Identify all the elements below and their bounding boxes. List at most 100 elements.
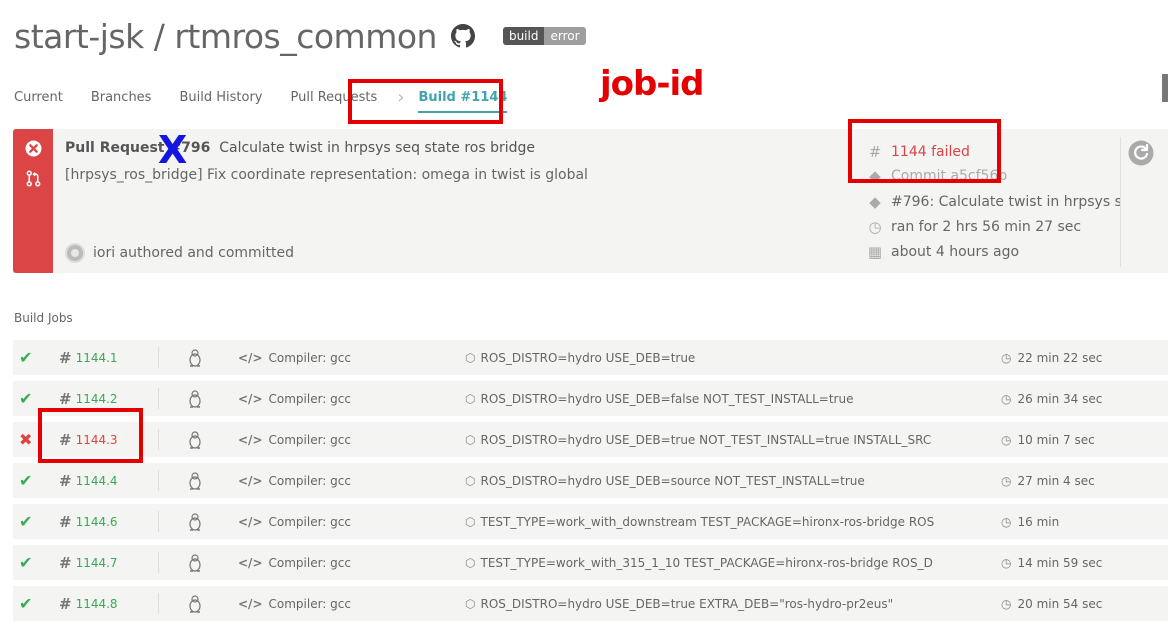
job-duration-text: 26 min 34 sec bbox=[1017, 391, 1103, 406]
compare-text[interactable]: #796: Calculate twist in hrpsys seq bbox=[891, 194, 1120, 210]
row-divider bbox=[158, 511, 159, 532]
job-env: ⬡ ROS_DISTRO=hydro USE_DEB=false NOT_TEST… bbox=[465, 381, 935, 416]
annotation-job-id-label: job-id bbox=[600, 64, 704, 104]
annotation-x-mark: X bbox=[158, 128, 188, 172]
job-number-text[interactable]: 1144.1 bbox=[76, 351, 118, 365]
hash-icon: # bbox=[59, 512, 72, 531]
linux-icon bbox=[188, 381, 206, 416]
linux-icon bbox=[188, 422, 206, 457]
job-row[interactable]: ✔ #1144.7 </> Compiler: gcc ⬡ TEST_TYPE=work_… bbox=[13, 545, 1168, 580]
job-row[interactable]: ✖ #1144.3 </> Compiler: gcc ⬡ ROS_DISTRO=hydr… bbox=[13, 422, 1168, 457]
row-divider bbox=[158, 347, 159, 368]
code-icon: </> bbox=[238, 514, 263, 529]
check-icon: ✔ bbox=[19, 348, 33, 367]
commit-message: [hrpsys_ros_bridge] Fix coordinate repre… bbox=[65, 167, 588, 183]
job-number-text[interactable]: 1144.6 bbox=[76, 515, 118, 529]
failed-circle-icon bbox=[25, 140, 42, 157]
job-row[interactable]: ✔ #1144.4 </> Compiler: gcc ⬡ ROS_DISTRO=hydr… bbox=[13, 463, 1168, 498]
job-language-text: Compiler: gcc bbox=[268, 391, 351, 406]
linux-icon bbox=[188, 586, 206, 621]
linux-icon bbox=[188, 463, 206, 498]
restart-build-icon[interactable] bbox=[1128, 140, 1154, 166]
job-env-text: ROS_DISTRO=hydro USE_DEB=false NOT_TEST_… bbox=[480, 391, 854, 406]
job-language-text: Compiler: gcc bbox=[268, 432, 351, 447]
job-env-text: TEST_TYPE=work_with_downstream TEST_PACK… bbox=[480, 514, 935, 529]
tab-branches[interactable]: Branches bbox=[91, 90, 152, 105]
linux-icon bbox=[188, 545, 206, 580]
job-number[interactable]: #1144.4 bbox=[59, 463, 118, 498]
package-icon: ⬡ bbox=[465, 596, 476, 611]
tab-build-history[interactable]: Build History bbox=[179, 90, 262, 105]
check-icon: ✔ bbox=[19, 512, 33, 531]
duration-text: ran for 2 hrs 56 min 27 sec bbox=[891, 219, 1082, 235]
job-language: </> Compiler: gcc bbox=[238, 340, 351, 375]
hash-icon: # bbox=[59, 594, 72, 613]
row-divider bbox=[158, 552, 159, 573]
job-number[interactable]: #1144.6 bbox=[59, 504, 118, 539]
job-env: ⬡ TEST_TYPE=work_with_downstream TEST_PAC… bbox=[465, 504, 935, 539]
job-number[interactable]: #1144.8 bbox=[59, 586, 118, 621]
job-env-text: ROS_DISTRO=hydro USE_DEB=source NOT_TEST… bbox=[480, 473, 865, 488]
row-divider bbox=[158, 470, 159, 491]
pull-request-title[interactable]: Calculate twist in hrpsys seq state ros … bbox=[219, 140, 535, 156]
check-icon: ✔ bbox=[19, 389, 33, 408]
tab-current[interactable]: Current bbox=[14, 90, 63, 105]
pull-request-line: Pull Request #796 Calculate twist in hrp… bbox=[65, 140, 535, 156]
job-row[interactable]: ✔ #1144.1 </> Compiler: gcc ⬡ ROS_DISTRO=hydr… bbox=[13, 340, 1168, 375]
hash-icon: # bbox=[59, 348, 72, 367]
job-number[interactable]: #1144.1 bbox=[59, 340, 118, 375]
finished-text: about 4 hours ago bbox=[891, 244, 1020, 260]
package-icon: ⬡ bbox=[465, 473, 476, 488]
job-env: ⬡ ROS_DISTRO=hydro USE_DEB=true EXTRA_DEB… bbox=[465, 586, 935, 621]
job-language-text: Compiler: gcc bbox=[268, 514, 351, 529]
failed-status-bar bbox=[13, 129, 53, 273]
check-icon: ✔ bbox=[19, 553, 33, 572]
pull-request-icon bbox=[26, 170, 41, 187]
code-icon: </> bbox=[238, 350, 263, 365]
build-status-badge[interactable]: build error bbox=[502, 27, 586, 45]
job-duration-text: 22 min 22 sec bbox=[1017, 350, 1103, 365]
code-icon: </> bbox=[238, 596, 263, 611]
pull-request-number[interactable]: Pull Request #796 bbox=[65, 140, 210, 156]
job-env-text: TEST_TYPE=work_with_315_1_10 TEST_PACKAG… bbox=[480, 555, 933, 570]
check-icon: ✔ bbox=[19, 471, 33, 490]
job-duration-text: 27 min 4 sec bbox=[1017, 473, 1095, 488]
job-language: </> Compiler: gcc bbox=[238, 422, 351, 457]
package-icon: ⬡ bbox=[465, 391, 476, 406]
job-language-text: Compiler: gcc bbox=[268, 350, 351, 365]
github-icon[interactable] bbox=[450, 24, 475, 48]
hash-icon: # bbox=[59, 553, 72, 572]
job-language-text: Compiler: gcc bbox=[268, 555, 351, 570]
scrollbar-thumb[interactable] bbox=[1162, 74, 1168, 102]
clock-icon: ◷ bbox=[1001, 596, 1012, 611]
job-number-text[interactable]: 1144.7 bbox=[76, 556, 118, 570]
badge-label: build bbox=[502, 27, 545, 45]
build-jobs-list: ✔ #1144.1 </> Compiler: gcc ⬡ ROS_DISTRO=hydr… bbox=[13, 340, 1168, 627]
job-env-text: ROS_DISTRO=hydro USE_DEB=true EXTRA_DEB=… bbox=[480, 596, 894, 611]
job-duration: ◷ 16 min bbox=[1001, 504, 1059, 539]
job-number-text[interactable]: 1144.4 bbox=[76, 474, 118, 488]
git-compare-icon: ◆ bbox=[869, 193, 881, 211]
package-icon: ⬡ bbox=[465, 555, 476, 570]
compare-row[interactable]: ◆ #796: Calculate twist in hrpsys seq bbox=[865, 192, 1120, 212]
repo-title[interactable]: start-jsk / rtmros_common bbox=[14, 17, 437, 56]
job-row[interactable]: ✔ #1144.6 </> Compiler: gcc ⬡ TEST_TYPE=work_… bbox=[13, 504, 1168, 539]
clock-icon: ◷ bbox=[1001, 391, 1012, 406]
job-language: </> Compiler: gcc bbox=[238, 545, 351, 580]
duration-row: ◷ ran for 2 hrs 56 min 27 sec bbox=[865, 217, 1081, 237]
check-icon: ✔ bbox=[19, 594, 33, 613]
package-icon: ⬡ bbox=[465, 350, 476, 365]
job-language: </> Compiler: gcc bbox=[238, 504, 351, 539]
job-row[interactable]: ✔ #1144.8 </> Compiler: gcc ⬡ ROS_DISTRO=hydr… bbox=[13, 586, 1168, 621]
job-number[interactable]: #1144.7 bbox=[59, 545, 118, 580]
job-number-text[interactable]: 1144.8 bbox=[76, 597, 118, 611]
job-language: </> Compiler: gcc bbox=[238, 381, 351, 416]
job-number-text[interactable]: 1144.2 bbox=[76, 392, 118, 406]
row-divider bbox=[158, 593, 159, 614]
author-line: iori authored and committed bbox=[65, 243, 294, 263]
annotation-box-job bbox=[38, 408, 143, 463]
repo-header: start-jsk / rtmros_common build error bbox=[14, 14, 586, 58]
build-jobs-title: Build Jobs bbox=[14, 311, 73, 325]
job-language-text: Compiler: gcc bbox=[268, 596, 351, 611]
job-row[interactable]: ✔ #1144.2 </> Compiler: gcc ⬡ ROS_DISTRO=hydr… bbox=[13, 381, 1168, 416]
